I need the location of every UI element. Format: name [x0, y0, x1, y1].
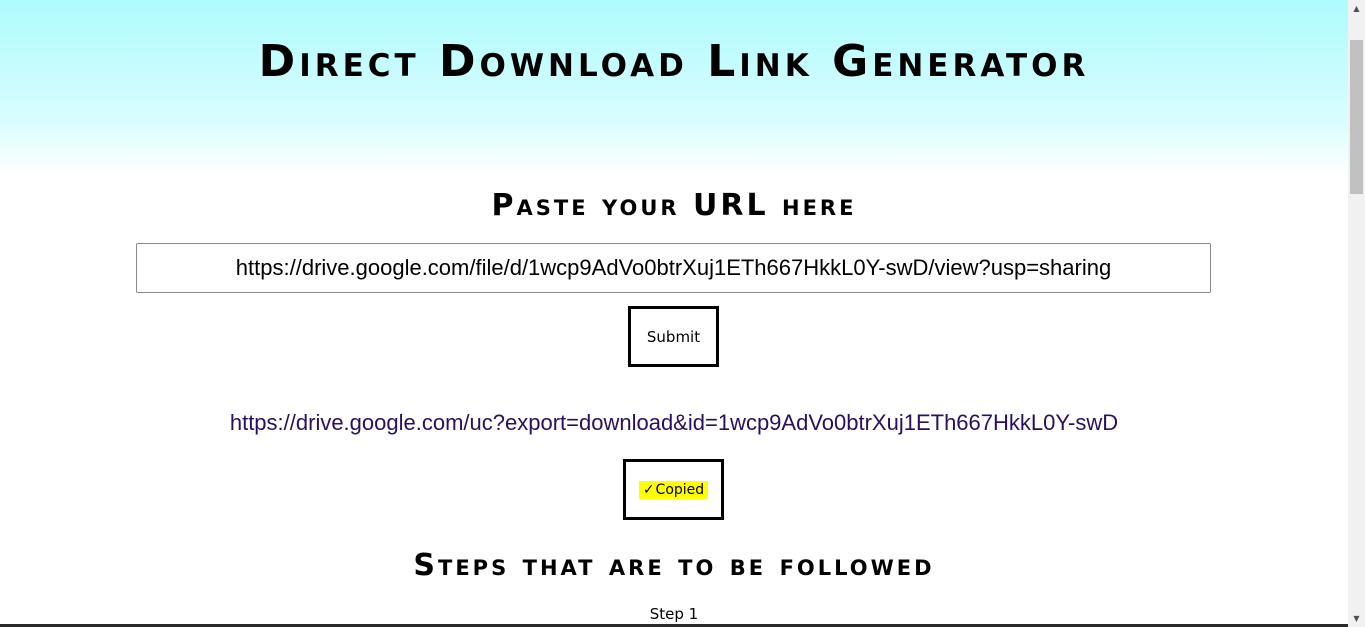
- url-heading: Paste your URL here: [491, 188, 857, 223]
- submit-button[interactable]: Submit: [628, 306, 719, 367]
- page-title: Direct Download Link Generator: [258, 36, 1090, 87]
- copy-button[interactable]: ✓ Copied: [623, 459, 724, 520]
- page: Direct Download Link Generator Paste you…: [0, 0, 1348, 627]
- steps-heading: Steps that are to be followed: [413, 548, 935, 583]
- scroll-up-icon[interactable]: ▲: [1348, 0, 1365, 17]
- scroll-thumb[interactable]: [1350, 40, 1363, 194]
- copied-text: Copied: [655, 481, 705, 498]
- vertical-scrollbar[interactable]: ▲ ▼: [1348, 0, 1365, 627]
- download-link[interactable]: https://drive.google.com/uc?export=downl…: [0, 410, 1348, 436]
- step-label: Step 1: [649, 605, 699, 623]
- copied-label: ✓ Copied: [638, 480, 709, 499]
- scroll-down-icon[interactable]: ▼: [1348, 610, 1365, 627]
- check-icon: ✓: [642, 481, 655, 498]
- url-input[interactable]: [136, 243, 1211, 293]
